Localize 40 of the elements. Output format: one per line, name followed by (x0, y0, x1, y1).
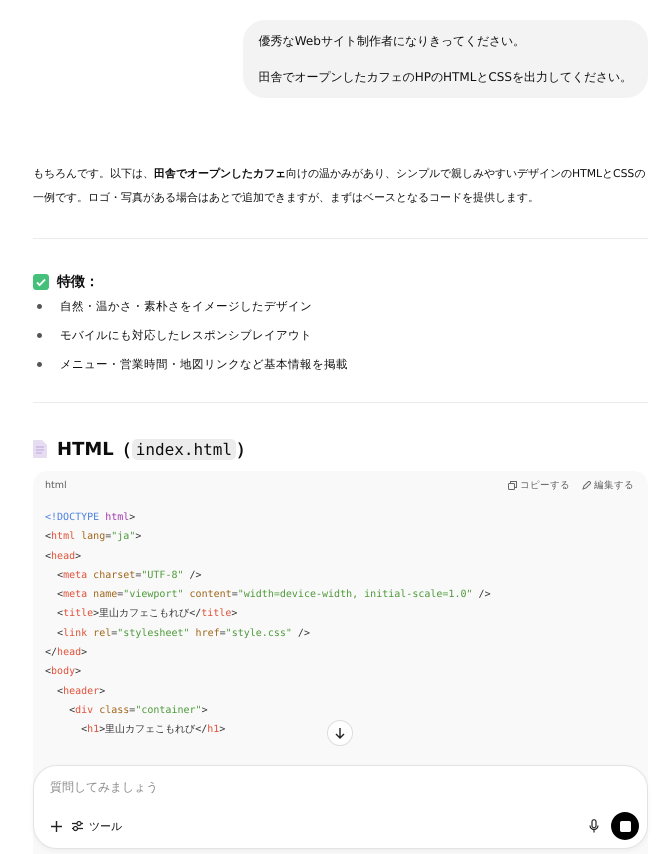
arrow-down-icon (334, 727, 346, 739)
pencil-icon (582, 481, 591, 490)
code-line: <title>里山カフェこもれび</title> (56, 606, 238, 622)
code-language: html (45, 480, 67, 491)
stop-button[interactable] (611, 812, 639, 840)
message-text: 優秀なWebサイト制作者になりきってください。 (258, 33, 526, 50)
code-line: <body> (45, 665, 82, 680)
bullet-icon (37, 304, 42, 309)
edit-button[interactable]: 編集する (582, 479, 634, 492)
code-line: <header> (56, 684, 106, 699)
copy-button[interactable]: コピーする (508, 479, 570, 492)
code-line: <meta name="viewport" content="width=device-width, initial-scale=1.0" /> (56, 588, 491, 602)
code-line: <div class="container"> (68, 704, 208, 718)
code-line: </head> (45, 646, 88, 660)
code-line: <h1>里山カフェこもれび</h1> (80, 722, 226, 738)
list-item: 自然・温かさ・素朴さをイメージしたデザイン (60, 298, 312, 315)
check-icon (33, 274, 49, 290)
code-line: <!DOCTYPE html> (45, 511, 136, 525)
code-line: <html lang="ja"> (45, 530, 142, 544)
section-heading: 特徴： (57, 273, 99, 291)
microphone-icon (589, 819, 599, 833)
tools-button[interactable]: ツール (67, 814, 126, 838)
sliders-icon (71, 820, 84, 832)
plus-icon (50, 820, 63, 832)
message-input[interactable]: 質問してみましょう (50, 780, 550, 794)
code-line: <link rel="stylesheet" href="style.css" /> (56, 626, 310, 641)
bullet-icon (37, 333, 42, 338)
copy-icon (508, 481, 517, 490)
message-text: 田舎でオープンしたカフェのHPのHTMLとCSSを出力してください。 (258, 69, 632, 86)
section-heading: HTML（ (57, 438, 132, 461)
reply-paragraph: もちろんです。以下は、田舎でオープンしたカフェ向けの温かみがあり、シンプルで親しみやすいデザインのHTMLとCSSの一例です。ロゴ・写真がある場合はあとで追加できますが、まずはベースとなるコードを提供します。 (33, 166, 646, 206)
bullet-icon (37, 362, 42, 367)
code-line: <meta charset="UTF-8" /> (56, 568, 202, 583)
filename-code: index.html (132, 438, 236, 460)
heading-paren: ） (236, 438, 254, 461)
list-item: メニュー・営業時間・地図リンクなど基本情報を掲載 (60, 356, 348, 373)
list-item: モバイルにも対応したレスポンシブレイアウト (60, 327, 312, 344)
document-icon (33, 440, 47, 458)
code-line: <head> (45, 550, 82, 564)
stop-icon (620, 820, 630, 832)
